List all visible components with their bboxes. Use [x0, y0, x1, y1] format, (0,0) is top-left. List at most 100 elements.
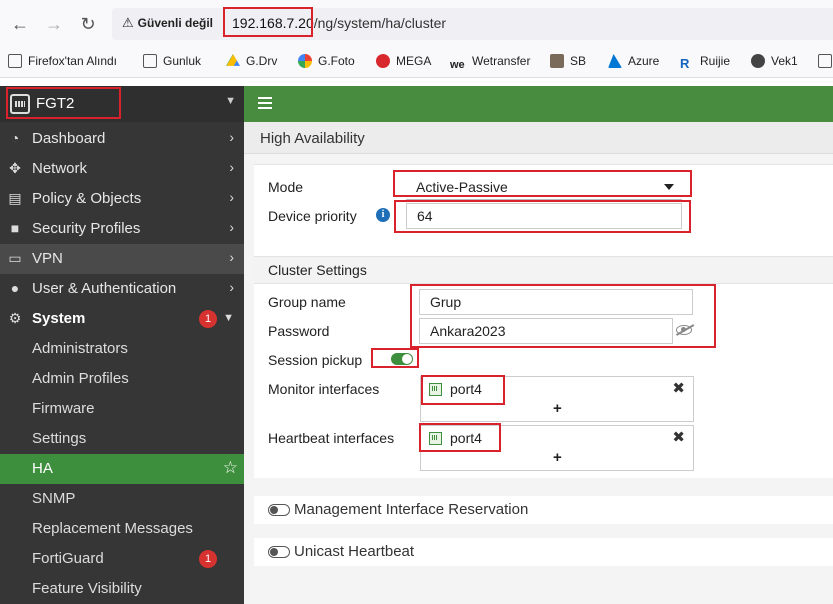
chevron-right-icon: ›	[229, 249, 234, 265]
bookmark-gfoto[interactable]: G.Foto	[298, 54, 355, 68]
sidebar: FGT2 ▼ ◔ Dashboard › ✥ Network › ▤ Polic…	[0, 86, 244, 604]
password-label: Password	[268, 323, 330, 339]
ruijie-icon: R	[680, 56, 690, 71]
bookmarks-bar: Firefox'tan Alındı Gunluk G.Drv G.Foto M…	[0, 48, 833, 78]
url-path: /ng/system/ha/cluster	[313, 15, 447, 31]
sidebar-item-replacement-messages[interactable]: Replacement Messages	[0, 514, 244, 544]
security-indicator[interactable]: ⚠ Güvenli değil	[122, 15, 213, 31]
laptop-icon: ▭	[8, 250, 22, 266]
caret-down-icon: ▼	[225, 95, 236, 107]
more-bookmarks-icon[interactable]	[818, 54, 833, 68]
notification-badge: 1	[199, 550, 217, 568]
group-name-label: Group name	[268, 294, 346, 310]
sidebar-item-ha[interactable]: HA ☆	[0, 454, 244, 484]
chevron-right-icon: ›	[229, 159, 234, 175]
add-icon[interactable]: +	[553, 449, 562, 466]
interface-chip[interactable]: port4	[429, 430, 482, 450]
remove-icon[interactable]: ✖	[672, 428, 685, 446]
folder-icon	[8, 54, 22, 68]
sidebar-item-dashboard[interactable]: ◔ Dashboard ›	[0, 124, 244, 154]
remove-icon[interactable]: ✖	[672, 379, 685, 397]
cluster-settings-header: Cluster Settings	[254, 256, 833, 284]
sidebar-item-security-profiles[interactable]: ■ Security Profiles ›	[0, 214, 244, 244]
bookmark-mega[interactable]: MEGA	[376, 54, 431, 68]
back-arrow-icon[interactable]: ←	[8, 12, 32, 36]
device-priority-input[interactable]: 64	[406, 203, 682, 229]
google-drive-icon	[226, 54, 240, 66]
policy-icon: ▤	[8, 190, 22, 206]
reload-icon[interactable]: ↻	[76, 12, 100, 36]
unicast-heartbeat-toggle[interactable]	[268, 546, 290, 558]
sidebar-item-fortiguard[interactable]: FortiGuard 1	[0, 544, 244, 574]
monitor-interfaces-label: Monitor interfaces	[268, 381, 380, 397]
info-icon[interactable]: i	[376, 208, 390, 222]
sidebar-item-user-authentication[interactable]: ● User & Authentication ›	[0, 274, 244, 304]
management-interface-label: Management Interface Reservation	[294, 501, 529, 518]
network-icon: ✥	[9, 160, 21, 176]
mega-icon	[376, 54, 390, 68]
warning-triangle-icon: ⚠	[122, 15, 134, 30]
user-icon: ●	[10, 280, 20, 296]
interface-chip[interactable]: port4	[429, 381, 482, 401]
favorite-star-icon[interactable]: ☆	[223, 458, 238, 478]
bookmark-vek1[interactable]: Vek1	[751, 54, 798, 68]
sidebar-item-admin-profiles[interactable]: Admin Profiles	[0, 364, 244, 394]
sidebar-item-vpn[interactable]: ▭ VPN ›	[0, 244, 244, 274]
url-host: 192.168.7.20	[232, 15, 314, 31]
add-icon[interactable]: +	[553, 400, 562, 417]
chevron-right-icon: ›	[229, 219, 234, 235]
gear-icon: ⚙	[8, 310, 22, 326]
top-bar	[244, 86, 833, 122]
chevron-right-icon: ›	[229, 129, 234, 145]
browser-toolbar: ← → ↻ ⚠ Güvenli değil 192.168.7.20/ng/sys…	[0, 0, 833, 48]
page-title: High Availability	[260, 130, 365, 147]
dashboard-icon: ◔	[10, 130, 20, 146]
bookmark-gdrv[interactable]: G.Drv	[226, 54, 277, 68]
forward-arrow-icon[interactable]: →	[42, 12, 66, 36]
device-priority-label: Device priority	[268, 208, 357, 224]
bookmark-wetransfer[interactable]: we Wetransfer	[450, 54, 530, 73]
bookmark-ruijie[interactable]: R Ruijie	[680, 54, 730, 71]
sidebar-item-administrators[interactable]: Administrators	[0, 334, 244, 364]
bookmark-sb[interactable]: SB	[550, 54, 586, 68]
dropdown-caret-icon	[664, 184, 674, 190]
notification-badge: 1	[199, 310, 217, 328]
mode-label: Mode	[268, 179, 304, 195]
globe-icon	[751, 54, 765, 68]
sidebar-item-firmware[interactable]: Firmware	[0, 394, 244, 424]
sidebar-item-snmp[interactable]: SNMP	[0, 484, 244, 514]
sidebar-item-feature-visibility[interactable]: Feature Visibility	[0, 574, 244, 604]
group-name-input[interactable]: Grup	[419, 289, 693, 315]
sidebar-item-network[interactable]: ✥ Network ›	[0, 154, 244, 184]
sidebar-item-settings[interactable]: Settings	[0, 424, 244, 454]
device-name: FGT2	[36, 95, 75, 112]
lock-icon: ■	[10, 220, 20, 236]
management-interface-reservation-row: Management Interface Reservation	[254, 496, 833, 524]
device-selector[interactable]: FGT2 ▼	[0, 86, 244, 122]
password-input[interactable]: Ankara2023	[419, 318, 673, 344]
sb-thumbnail-icon	[550, 54, 564, 68]
eye-slash-icon[interactable]	[676, 325, 692, 335]
unicast-heartbeat-label: Unicast Heartbeat	[294, 543, 415, 560]
management-interface-toggle[interactable]	[268, 504, 290, 516]
azure-icon	[608, 54, 622, 68]
ethernet-port-icon	[429, 383, 442, 396]
folder-icon	[143, 54, 157, 68]
bookmark-azure[interactable]: Azure	[608, 54, 659, 68]
monitor-interfaces-list: port4 ✖ +	[420, 376, 694, 422]
address-bar[interactable]: ⚠ Güvenli değil 192.168.7.20/ng/system/ha…	[112, 8, 833, 40]
session-pickup-toggle[interactable]	[391, 353, 413, 365]
chevron-down-icon: ▼	[223, 312, 234, 324]
sidebar-item-policy-objects[interactable]: ▤ Policy & Objects ›	[0, 184, 244, 214]
session-pickup-label: Session pickup	[268, 352, 363, 368]
hamburger-menu-icon[interactable]	[258, 97, 272, 109]
sidebar-item-system[interactable]: ⚙ System 1 ▼	[0, 304, 244, 334]
bookmark-gunluk[interactable]: Gunluk	[143, 54, 201, 68]
wetransfer-icon: we	[450, 59, 465, 71]
bookmark-firefox[interactable]: Firefox'tan Alındı	[8, 54, 117, 68]
mode-select[interactable]: Active-Passive	[406, 176, 682, 200]
url-text[interactable]: 192.168.7.20/ng/system/ha/cluster	[232, 15, 446, 31]
page-header: High Availability	[244, 122, 833, 154]
heartbeat-interfaces-list: port4 ✖ +	[420, 425, 694, 471]
chevron-right-icon: ›	[229, 279, 234, 295]
